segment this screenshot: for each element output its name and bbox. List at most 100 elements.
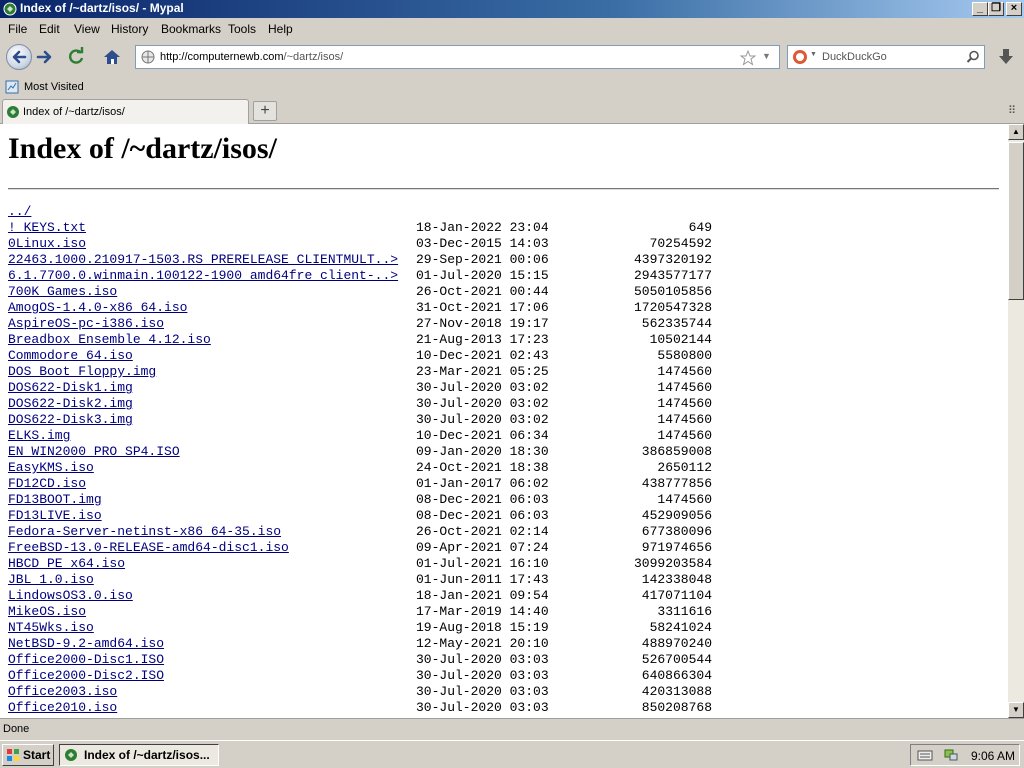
file-link[interactable]: 22463.1000.210917-1503.RS_PRERELEASE_CLI…: [8, 252, 398, 267]
site-identity-icon[interactable]: [141, 50, 155, 64]
keyboard-icon[interactable]: [917, 748, 933, 762]
start-button[interactable]: Start: [2, 744, 54, 766]
table-row: ! KEYS.txt 18-Jan-2022 23:04 649: [8, 220, 712, 236]
network-icon[interactable]: [943, 748, 959, 762]
file-link[interactable]: FD13BOOT.img: [8, 492, 102, 507]
file-date: 01-Jul-2021 16:10: [416, 556, 549, 571]
file-link[interactable]: Commodore 64.iso: [8, 348, 133, 363]
close-button[interactable]: ×: [1006, 2, 1022, 16]
table-row: 6.1.7700.0.winmain.100122-1900_amd64fre_…: [8, 268, 712, 284]
home-icon: [104, 50, 120, 64]
tab-title: Index of /~dartz/isos/: [23, 106, 125, 118]
file-link[interactable]: Office2000-Disc1.ISO: [8, 652, 164, 667]
star-icon[interactable]: [740, 50, 756, 66]
menu-view[interactable]: View: [74, 22, 100, 36]
start-label: Start: [23, 748, 51, 762]
back-button[interactable]: [6, 44, 32, 70]
file-link[interactable]: ! KEYS.txt: [8, 220, 86, 235]
magnifier-icon[interactable]: [966, 50, 980, 64]
file-link[interactable]: EasyKMS.iso: [8, 460, 94, 475]
file-date: 30-Jul-2020 03:03: [416, 700, 549, 715]
menu-edit[interactable]: Edit: [39, 22, 60, 36]
scroll-down-button[interactable]: ▼: [1008, 702, 1024, 718]
file-link[interactable]: Office2000-Disc2.ISO: [8, 668, 164, 683]
url-bar[interactable]: http://computernewb.com/~dartz/isos/ ▼: [135, 45, 780, 69]
file-link[interactable]: DOS622-Disk3.img: [8, 412, 133, 427]
file-date: 01-Jun-2011 17:43: [416, 572, 549, 587]
table-row: ELKS.img 10-Dec-2021 06:34 1474560: [8, 428, 712, 444]
file-date: 08-Dec-2021 06:03: [416, 508, 549, 523]
file-date: 01-Jan-2017 06:02: [416, 476, 549, 491]
file-date: 26-Oct-2021 02:14: [416, 524, 549, 539]
url-dropdown-icon[interactable]: ▼: [762, 51, 771, 61]
file-size: 3099203584: [633, 556, 712, 571]
divider: [8, 188, 999, 190]
file-link[interactable]: NT45Wks.iso: [8, 620, 94, 635]
duckduckgo-icon[interactable]: [792, 49, 808, 65]
menu-help[interactable]: Help: [268, 22, 293, 36]
menu-bookmarks[interactable]: Bookmarks: [161, 22, 221, 36]
minimize-button[interactable]: _: [972, 2, 988, 16]
file-link[interactable]: 700K Games.iso: [8, 284, 117, 299]
search-bar[interactable]: ▼ DuckDuckGo: [787, 45, 985, 69]
tab-list-icon[interactable]: ⠿: [1008, 104, 1020, 117]
file-link[interactable]: Office2010.iso: [8, 700, 117, 715]
file-link[interactable]: Office2003.iso: [8, 684, 117, 699]
search-engine-dropdown-icon[interactable]: ▼: [810, 51, 817, 58]
file-date: 10-Dec-2021 06:34: [416, 428, 549, 443]
menu-file[interactable]: File: [8, 22, 27, 36]
new-tab-button[interactable]: +: [253, 101, 277, 121]
taskbar-window-item[interactable]: Index of /~dartz/isos...: [59, 744, 219, 766]
file-date: 09-Apr-2021 07:24: [416, 540, 549, 555]
file-link[interactable]: HBCD_PE_x64.iso: [8, 556, 125, 571]
table-row: EasyKMS.iso 24-Oct-2021 18:38 2650112: [8, 460, 712, 476]
file-link[interactable]: MikeOS.iso: [8, 604, 86, 619]
file-date: 08-Dec-2021 06:03: [416, 492, 549, 507]
file-link[interactable]: 0Linux.iso: [8, 236, 86, 251]
menu-history[interactable]: History: [111, 22, 148, 36]
forward-button[interactable]: [33, 45, 57, 69]
file-date: 23-Mar-2021 05:25: [416, 364, 549, 379]
file-date: 26-Oct-2021 00:44: [416, 284, 549, 299]
restore-button[interactable]: ❐: [988, 2, 1004, 16]
file-link[interactable]: DOS622-Disk1.img: [8, 380, 133, 395]
vertical-scrollbar[interactable]: ▲ ▼: [1008, 124, 1024, 718]
file-link[interactable]: Fedora-Server-netinst-x86_64-35.iso: [8, 524, 281, 539]
file-date: 30-Jul-2020 03:03: [416, 652, 549, 667]
file-link[interactable]: DOS Boot Floppy.img: [8, 364, 156, 379]
table-row: DOS622-Disk3.img 30-Jul-2020 03:02 1474560: [8, 412, 712, 428]
file-size: 5580800: [657, 348, 712, 363]
table-row: FreeBSD-13.0-RELEASE-amd64-disc1.iso 09-A…: [8, 540, 712, 556]
file-link[interactable]: 6.1.7700.0.winmain.100122-1900_amd64fre_…: [8, 268, 398, 283]
status-text: Done: [3, 723, 30, 735]
file-size: 5050105856: [633, 284, 712, 299]
file-link[interactable]: AspireOS-pc-i386.iso: [8, 316, 164, 331]
file-link[interactable]: FD13LIVE.iso: [8, 508, 102, 523]
scroll-up-button[interactable]: ▲: [1008, 124, 1024, 140]
url-text[interactable]: http://computernewb.com/~dartz/isos/: [160, 51, 343, 63]
download-button[interactable]: [994, 45, 1018, 69]
file-link[interactable]: ELKS.img: [8, 428, 70, 443]
file-date: 09-Jan-2020 18:30: [416, 444, 549, 459]
navigation-toolbar: http://computernewb.com/~dartz/isos/ ▼ ▼…: [0, 40, 1024, 76]
file-link[interactable]: Breadbox Ensemble 4.12.iso: [8, 332, 211, 347]
menu-tools[interactable]: Tools: [228, 22, 256, 36]
file-link[interactable]: DOS622-Disk2.img: [8, 396, 133, 411]
home-button[interactable]: [100, 45, 124, 69]
tab-current[interactable]: Index of /~dartz/isos/: [2, 99, 249, 124]
file-link[interactable]: LindowsOS3.0.iso: [8, 588, 133, 603]
file-date: 18-Jan-2021 09:54: [416, 588, 549, 603]
scroll-thumb[interactable]: [1008, 142, 1024, 300]
reload-button[interactable]: [64, 45, 88, 69]
table-row: Office2010.iso 30-Jul-2020 03:03 850208768: [8, 700, 712, 716]
file-date: 30-Jul-2020 03:02: [416, 412, 549, 427]
file-link[interactable]: NetBSD-9.2-amd64.iso: [8, 636, 164, 651]
file-size: 850208768: [641, 700, 712, 715]
file-link[interactable]: FD12CD.iso: [8, 476, 86, 491]
parent-directory-link[interactable]: ../: [8, 204, 31, 219]
file-link[interactable]: AmogOS-1.4.0-x86_64.iso: [8, 300, 187, 315]
file-link[interactable]: FreeBSD-13.0-RELEASE-amd64-disc1.iso: [8, 540, 289, 555]
bookmark-most-visited[interactable]: Most Visited: [24, 81, 84, 93]
file-link[interactable]: EN_WIN2000_PRO_SP4.ISO: [8, 444, 180, 459]
file-link[interactable]: JBL 1.0.iso: [8, 572, 94, 587]
